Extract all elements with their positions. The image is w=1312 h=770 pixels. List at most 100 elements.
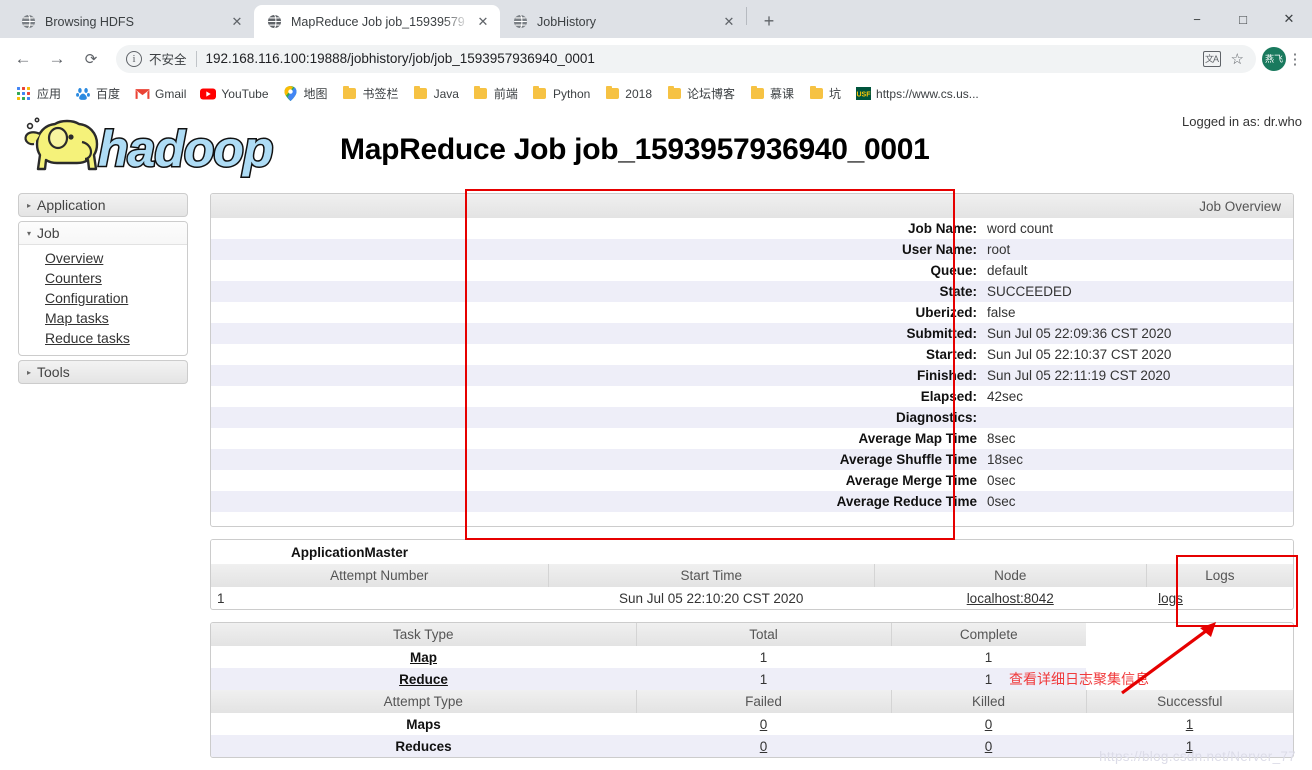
table-row: Submitted: Sun Jul 05 22:09:36 CST 2020 — [211, 323, 1293, 344]
page-header: hadoop MapReduce Job job_1593957936940_0… — [0, 103, 1312, 191]
site-info-icon[interactable]: i — [126, 50, 142, 67]
column-header-killed: Killed — [891, 690, 1087, 713]
row-value: 0sec — [981, 491, 1293, 512]
spacer-cell — [211, 365, 481, 386]
job-overview-title-row: Job Overview — [211, 194, 1293, 218]
bookmark-maps[interactable]: 地图 — [277, 82, 334, 105]
tab-browsing-hdfs[interactable]: Browsing HDFS ✕ — [8, 5, 254, 38]
job-overview-panel: Job Overview Job Name: word count User N… — [210, 193, 1294, 527]
cell-complete: 1 — [984, 649, 993, 665]
bookmark-label: https://www.cs.us... — [876, 86, 979, 101]
spacer-cell — [211, 260, 481, 281]
cell-successful: 1 — [1086, 713, 1293, 735]
row-value: word count — [987, 221, 1054, 236]
logged-in-label: Logged in as: dr.who — [1182, 114, 1302, 129]
sidebar-section-application[interactable]: ▸ Application — [18, 193, 188, 217]
close-icon[interactable]: ✕ — [474, 13, 492, 31]
chrome-menu-icon[interactable]: ⋮ — [1286, 50, 1304, 68]
minimize-button[interactable]: − — [1174, 3, 1220, 35]
sidebar-item-configuration[interactable]: Configuration — [45, 290, 128, 306]
translate-icon[interactable]: 文A — [1202, 50, 1221, 67]
cell-attempt-number: 1 — [217, 590, 225, 606]
cell-killed: 0 — [891, 713, 1086, 735]
sidebar-job-header[interactable]: ▾ Job — [19, 222, 187, 245]
column-header-start-time: Start Time — [548, 564, 875, 587]
sidebar-label: Application — [37, 197, 106, 213]
sidebar-label: Job — [37, 225, 60, 241]
bookmark-star-icon[interactable]: ☆ — [1231, 50, 1244, 68]
bookmark-folder-java[interactable]: Java — [407, 83, 465, 105]
gmail-icon — [134, 86, 150, 102]
tab-jobhistory[interactable]: JobHistory ✕ — [500, 5, 746, 38]
youtube-icon — [200, 86, 217, 102]
killed-count-link[interactable]: 0 — [985, 717, 993, 732]
omnibox-actions: 文A ☆ — [1202, 50, 1246, 68]
sidebar-item-reduce-tasks[interactable]: Reduce tasks — [45, 330, 130, 346]
application-master-panel: ApplicationMaster Attempt Number Start T… — [210, 539, 1294, 610]
hadoop-logo[interactable]: hadoop — [0, 112, 330, 189]
map-link[interactable]: Map — [410, 650, 437, 665]
folder-icon — [749, 85, 765, 102]
row-key: Average Map Time — [858, 431, 977, 446]
forward-button[interactable]: → — [42, 44, 72, 74]
cell-total: 1 — [759, 649, 768, 665]
bookmark-folder-qianduan[interactable]: 前端 — [467, 82, 524, 105]
bookmark-baidu[interactable]: 百度 — [69, 82, 126, 105]
sidebar-item-counters[interactable]: Counters — [45, 270, 102, 286]
cell-failed: 0 — [636, 735, 891, 757]
bookmark-gmail[interactable]: Gmail — [128, 83, 192, 105]
node-link[interactable]: localhost:8042 — [967, 591, 1054, 606]
bookmark-label: 前端 — [493, 87, 518, 101]
bookmark-youtube[interactable]: YouTube — [194, 83, 274, 105]
cell-attempt-type: Maps — [406, 716, 441, 732]
bookmark-usf[interactable]: USF https://www.cs.us... — [849, 83, 985, 105]
bookmark-apps[interactable]: 应用 — [10, 82, 67, 105]
spacer-cell — [211, 344, 481, 365]
bookmark-label: 慕课 — [770, 87, 795, 101]
watermark: https://blog.csdn.net/Nerver_77 — [1099, 749, 1296, 764]
failed-count-link[interactable]: 0 — [760, 739, 768, 754]
row-key: Average Shuffle Time — [481, 449, 981, 470]
logs-link[interactable]: logs — [1158, 591, 1183, 606]
row-key: Elapsed: — [920, 389, 977, 404]
new-tab-button[interactable]: + — [755, 7, 783, 35]
failed-count-link[interactable]: 0 — [760, 717, 768, 732]
back-button[interactable]: ← — [8, 44, 38, 74]
spacer-cell — [211, 386, 481, 407]
table-row: 1 Sun Jul 05 22:10:20 CST 2020 localhost… — [211, 587, 1293, 609]
bookmark-folder-keng[interactable]: 坑 — [802, 82, 847, 105]
bookmark-folder-python[interactable]: Python — [526, 83, 596, 105]
killed-count-link[interactable]: 0 — [985, 739, 993, 754]
tab-title: Browsing HDFS — [45, 14, 134, 29]
table-row: User Name: root — [211, 239, 1293, 260]
sidebar-section-tools[interactable]: ▸ Tools — [18, 360, 188, 384]
reload-button[interactable]: ⟳ — [76, 44, 106, 74]
successful-count-link[interactable]: 1 — [1186, 717, 1194, 732]
table-row: Diagnostics: — [211, 407, 1293, 428]
bookmark-folder-muke[interactable]: 慕课 — [743, 82, 800, 105]
cell-killed: 0 — [891, 735, 1086, 757]
sidebar-item-overview[interactable]: Overview — [45, 250, 103, 266]
folder-icon — [532, 85, 548, 102]
sidebar-item-map-tasks[interactable]: Map tasks — [45, 310, 109, 326]
table-row: Job Name: word count — [211, 218, 1293, 239]
page-title: MapReduce Job job_1593957936940_0001 — [340, 133, 930, 166]
address-bar[interactable]: i 不安全 192.168.116.100:19888/jobhistory/j… — [116, 44, 1256, 73]
close-icon[interactable]: ✕ — [720, 13, 738, 31]
column-header-node: Node — [874, 564, 1147, 587]
bookmark-label: 2018 — [625, 86, 652, 101]
reduce-link[interactable]: Reduce — [399, 672, 448, 687]
bookmark-folder-2018[interactable]: 2018 — [598, 83, 658, 105]
maximize-button[interactable]: □ — [1220, 3, 1266, 35]
close-icon[interactable]: ✕ — [228, 13, 246, 31]
table-row: Average Map Time 8sec — [211, 428, 1293, 449]
browser-window: Browsing HDFS ✕ MapReduce Job job_159395… — [0, 0, 1312, 770]
close-window-button[interactable]: ✕ — [1266, 3, 1312, 35]
tab-strip: Browsing HDFS ✕ MapReduce Job job_159395… — [0, 0, 1312, 38]
row-value: 42sec — [987, 389, 1024, 404]
bookmark-label: YouTube — [221, 86, 269, 101]
bookmark-folder-shuqianlan[interactable]: 书签栏 — [336, 82, 405, 105]
profile-avatar[interactable]: 燕飞 — [1262, 46, 1286, 71]
bookmark-folder-luntanboke[interactable]: 论坛博客 — [660, 82, 741, 105]
tab-mapreduce-job[interactable]: MapReduce Job job_15939579 ✕ — [254, 5, 500, 38]
